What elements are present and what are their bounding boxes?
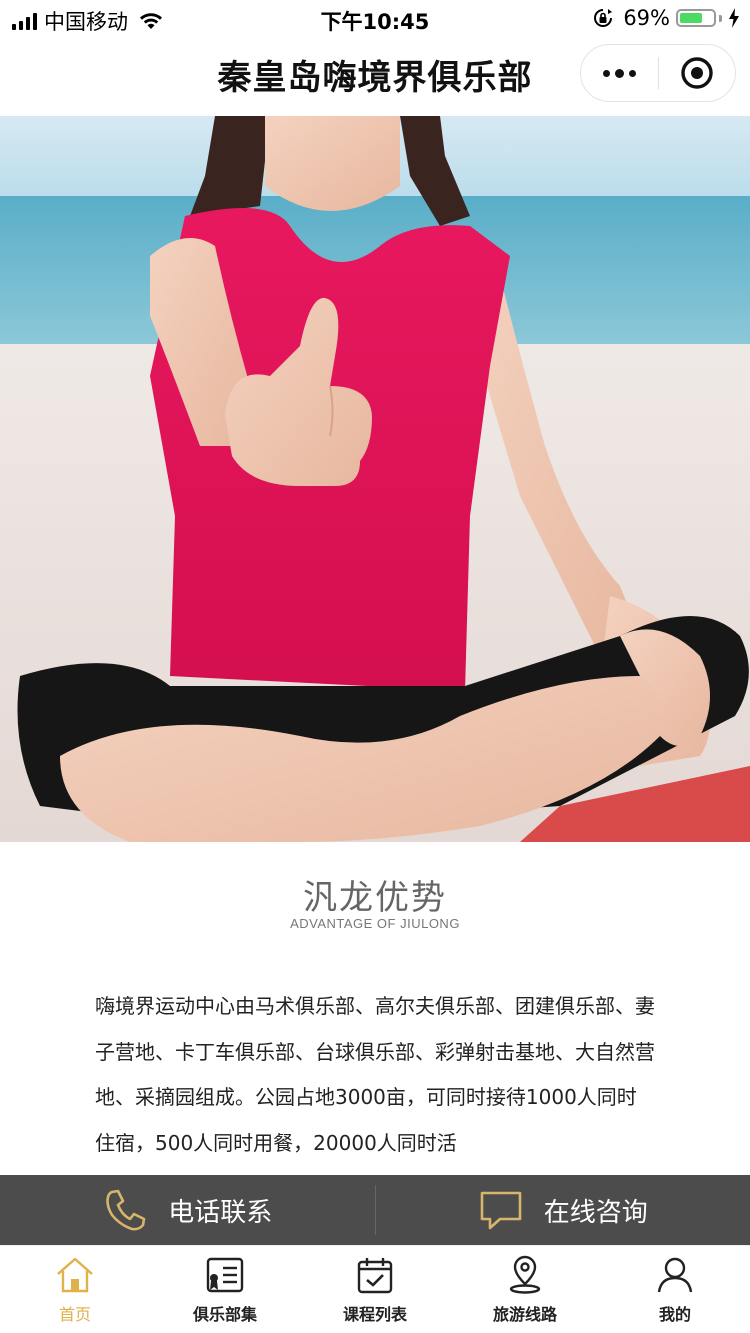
status-bar: 中国移动 下午10:45 69% [0,0,750,36]
club-list-icon [206,1257,244,1293]
tab-course-list-label: 课程列表 [342,1305,407,1324]
section-title: 汎龙优势 [303,878,447,918]
user-icon [657,1257,693,1293]
tab-me-label: 我的 [658,1305,691,1324]
location-pin-icon [509,1255,541,1294]
title-bar: 秦皇岛嗨境界俱乐部 [0,36,750,116]
phone-contact-label: 电话联系 [168,1197,273,1228]
tab-travel-routes-label: 旅游线路 [492,1305,557,1324]
tab-home[interactable]: 首页 [0,1246,150,1333]
tab-course-list[interactable]: 课程列表 [300,1246,450,1333]
battery-tip [719,14,722,22]
close-target-icon[interactable] [659,45,735,101]
tab-club-list[interactable]: 俱乐部集 [150,1246,300,1333]
tab-me[interactable]: 我的 [600,1246,750,1333]
tab-club-list-label: 俱乐部集 [192,1305,257,1324]
chat-bubble-icon [480,1191,522,1230]
hero-photo [0,116,750,842]
status-right: 69% [593,6,740,30]
phone-icon [106,1189,146,1231]
page: 中国移动 下午10:45 69% 秦皇岛嗨境界俱乐部 汎龙优势 ADVANTAG… [0,0,750,1333]
section-subtitle: ADVANTAGE OF JIULONG [290,916,460,931]
battery-percent: 69% [623,6,670,30]
calendar-check-icon [357,1258,393,1294]
online-consult-label: 在线咨询 [543,1197,648,1228]
more-dots-icon[interactable] [581,45,658,101]
tab-home-label: 首页 [58,1305,91,1324]
mini-program-capsule [580,44,736,102]
tab-bar: 首页 俱乐部集 课程列表 旅游线路 我的 [0,1245,750,1333]
intro-text: 嗨境界运动中心由马术俱乐部、高尔夫俱乐部、团建俱乐部、妻子营地、卡丁车俱乐部、台… [95,994,655,1155]
battery-icon [676,9,716,27]
contact-bar: 电话联系 在线咨询 [0,1175,750,1245]
home-icon [57,1257,93,1293]
rotation-lock-icon [594,9,613,27]
hero-banner[interactable] [0,116,750,842]
charging-bolt-icon [729,8,739,28]
phone-contact-button[interactable]: 电话联系 [0,1175,375,1245]
tab-travel-routes[interactable]: 旅游线路 [450,1246,600,1333]
online-consult-button[interactable]: 在线咨询 [376,1175,750,1245]
